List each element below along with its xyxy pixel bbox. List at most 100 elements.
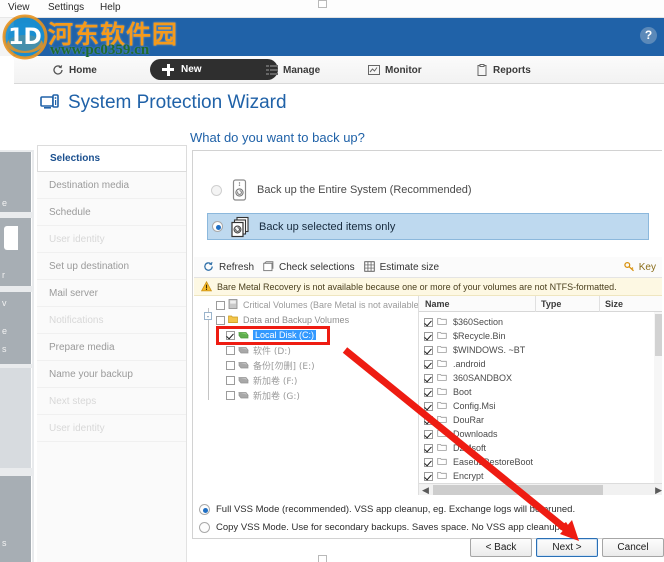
vss-copy-mode-option[interactable]: Copy VSS Mode. Use for secondary backups… bbox=[199, 522, 562, 533]
sidebar-item-next-steps: Next steps bbox=[37, 388, 186, 415]
column-header-size[interactable]: Size bbox=[605, 299, 623, 309]
tree-checkbox[interactable] bbox=[226, 390, 235, 400]
tree-checkbox[interactable] bbox=[216, 315, 225, 325]
radio-backup-selected-items[interactable]: Back up selected items only bbox=[207, 213, 649, 240]
folder-icon bbox=[437, 428, 449, 440]
file-list-row[interactable]: $360Section bbox=[424, 315, 503, 329]
radio-backup-entire-system[interactable]: Back up the Entire System (Recommended) bbox=[211, 179, 472, 201]
check-selections-button[interactable]: Check selections bbox=[263, 261, 355, 273]
file-list-row[interactable]: Encrypt bbox=[424, 469, 484, 483]
refresh-label: Refresh bbox=[219, 261, 255, 273]
menu-item-help[interactable]: Help bbox=[96, 1, 125, 14]
scrollbar-thumb[interactable] bbox=[433, 485, 603, 495]
rail-fragment-3: v bbox=[2, 298, 7, 308]
sidebar-item-mail-server[interactable]: Mail server bbox=[37, 280, 186, 307]
nav-item-reports[interactable]: Reports bbox=[476, 61, 531, 79]
sidebar-item-set-up-destination[interactable]: Set up destination bbox=[37, 253, 186, 280]
tree-node-critical-volumes[interactable]: Critical Volumes (Bare Metal is not avai… bbox=[216, 298, 418, 312]
tree-checkbox[interactable] bbox=[216, 300, 225, 310]
estimate-size-label: Estimate size bbox=[379, 261, 440, 273]
file-list-row[interactable]: DzMsoft bbox=[424, 441, 486, 455]
vss-full-label: Full VSS Mode (recommended). VSS app cle… bbox=[216, 504, 576, 515]
sidebar-item-prepare-media[interactable]: Prepare media bbox=[37, 334, 186, 361]
file-list-row[interactable]: .android bbox=[424, 357, 486, 371]
row-checkbox[interactable] bbox=[424, 415, 433, 425]
row-checkbox[interactable] bbox=[424, 359, 433, 369]
warning-icon bbox=[201, 281, 212, 292]
row-checkbox[interactable] bbox=[424, 331, 433, 341]
tree-checkbox[interactable] bbox=[226, 360, 235, 370]
nav-label-new: New bbox=[181, 64, 202, 75]
key-button[interactable]: Key bbox=[624, 261, 656, 273]
tree-node-drive-f[interactable]: 新加卷 (F:) bbox=[226, 373, 297, 387]
menu-item-view[interactable]: View bbox=[4, 1, 34, 14]
cancel-button[interactable]: Cancel bbox=[602, 538, 664, 557]
tree-checkbox[interactable] bbox=[226, 345, 235, 355]
nav-item-manage[interactable]: Manage bbox=[266, 61, 320, 79]
nav-item-home[interactable]: Home bbox=[52, 61, 97, 79]
menu-item-settings[interactable]: Settings bbox=[44, 1, 88, 14]
radio-vss-copy-indicator[interactable] bbox=[199, 522, 210, 533]
row-checkbox[interactable] bbox=[424, 457, 433, 467]
step-label: Prepare media bbox=[49, 341, 115, 353]
file-list-horizontal-scrollbar[interactable]: ◀ ▶ bbox=[419, 483, 664, 495]
scroll-right-arrow-icon[interactable]: ▶ bbox=[655, 485, 662, 495]
folder-icon bbox=[437, 358, 449, 370]
back-button[interactable]: < Back bbox=[470, 538, 532, 557]
scroll-left-arrow-icon[interactable]: ◀ bbox=[422, 485, 429, 495]
folder-icon bbox=[437, 456, 449, 468]
drive-icon bbox=[238, 374, 250, 386]
file-list-row[interactable]: $WINDOWS. ~BT bbox=[424, 343, 525, 357]
file-name: .android bbox=[453, 359, 486, 369]
sidebar-item-selections[interactable]: Selections bbox=[37, 145, 187, 172]
step-label: User identity bbox=[49, 422, 105, 434]
file-name: 360SANDBOX bbox=[453, 373, 513, 383]
radio-vss-full-indicator[interactable] bbox=[199, 504, 210, 515]
radio-entire-system-indicator[interactable] bbox=[211, 184, 222, 196]
vss-full-mode-option[interactable]: Full VSS Mode (recommended). VSS app cle… bbox=[199, 504, 575, 515]
file-list-row[interactable]: EaseusRestoreBoot bbox=[424, 455, 533, 469]
file-list-row[interactable]: Downloads bbox=[424, 427, 498, 441]
row-checkbox[interactable] bbox=[424, 373, 433, 383]
column-header-type[interactable]: Type bbox=[541, 299, 561, 309]
tree-checkbox[interactable] bbox=[226, 375, 235, 385]
help-button[interactable]: ? bbox=[640, 27, 657, 44]
column-header-name[interactable]: Name bbox=[425, 299, 450, 309]
sidebar-item-name-your-backup[interactable]: Name your backup bbox=[37, 361, 186, 388]
rail-block-5: s bbox=[0, 476, 32, 562]
sidebar-item-destination-media[interactable]: Destination media bbox=[37, 172, 186, 199]
file-list-row[interactable]: Config.Msi bbox=[424, 399, 496, 413]
tree-node-drive-g[interactable]: 新加卷 (G:) bbox=[226, 388, 300, 402]
file-list-row[interactable]: $Recycle.Bin bbox=[424, 329, 506, 343]
row-checkbox[interactable] bbox=[424, 401, 433, 411]
file-list-row[interactable]: DouRar bbox=[424, 413, 484, 427]
page-title-text: System Protection Wizard bbox=[68, 92, 287, 113]
row-checkbox[interactable] bbox=[424, 429, 433, 439]
next-button[interactable]: Next > bbox=[536, 538, 598, 557]
row-checkbox[interactable] bbox=[424, 443, 433, 453]
sidebar-item-schedule[interactable]: Schedule bbox=[37, 199, 186, 226]
nav-item-new[interactable]: New bbox=[150, 59, 278, 80]
folder-icon bbox=[437, 330, 449, 342]
file-name: $Recycle.Bin bbox=[453, 331, 506, 341]
row-checkbox[interactable] bbox=[424, 471, 433, 481]
column-divider-1[interactable] bbox=[535, 296, 536, 312]
tree-node-drive-d[interactable]: 软件 (D:) bbox=[226, 343, 291, 357]
file-list-row[interactable]: 360SANDBOX bbox=[424, 371, 512, 385]
nav-item-monitor[interactable]: Monitor bbox=[368, 61, 422, 79]
row-checkbox[interactable] bbox=[424, 387, 433, 397]
step-label: Set up destination bbox=[49, 260, 130, 272]
column-divider-2[interactable] bbox=[599, 296, 600, 312]
file-toolbar: Refresh Check selections Estimate size K… bbox=[194, 257, 664, 278]
file-name: Downloads bbox=[453, 429, 498, 439]
tree-node-drive-e[interactable]: 备份[勿删] (E:) bbox=[226, 358, 315, 372]
tree-node-data-and-backup-volumes[interactable]: Data and Backup Volumes bbox=[216, 313, 349, 327]
row-checkbox[interactable] bbox=[424, 317, 433, 327]
tree-expander-data-volumes[interactable]: - bbox=[204, 312, 212, 321]
refresh-button[interactable]: Refresh bbox=[203, 261, 254, 273]
file-list-row[interactable]: Boot bbox=[424, 385, 472, 399]
radio-selected-items-indicator[interactable] bbox=[212, 221, 223, 232]
estimate-size-button[interactable]: Estimate size bbox=[363, 261, 440, 273]
folder-icon bbox=[437, 400, 449, 412]
row-checkbox[interactable] bbox=[424, 345, 433, 355]
